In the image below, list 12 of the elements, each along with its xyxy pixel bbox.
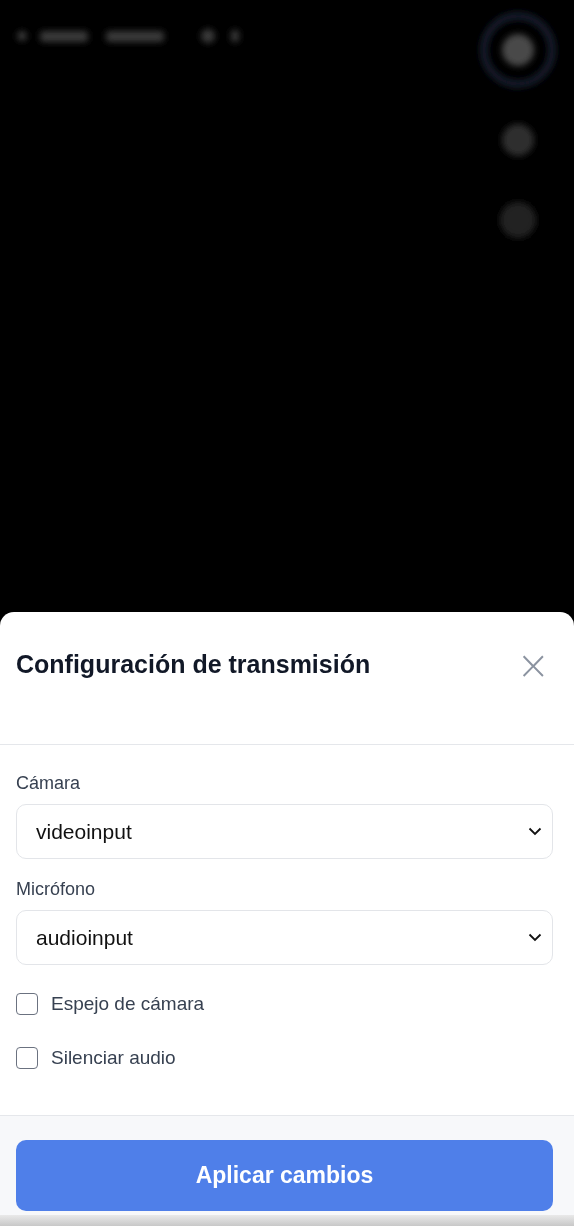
- checkbox[interactable]: [16, 993, 38, 1015]
- dialog-title: Configuración de transmisión: [16, 650, 371, 679]
- checkbox-label: Silenciar audio: [51, 1047, 176, 1069]
- chevron-down-icon: [528, 933, 542, 942]
- dropdown-select[interactable]: audioinput: [16, 910, 553, 965]
- checkbox-label: Espejo de cámara: [51, 993, 205, 1015]
- dropdown-select[interactable]: videoinput: [16, 804, 553, 859]
- field-label: Micrófono: [16, 879, 96, 900]
- field-label: Cámara: [16, 773, 81, 794]
- apply-button[interactable]: Aplicar cambios: [16, 1140, 553, 1211]
- checkbox[interactable]: [16, 1047, 38, 1069]
- chevron-down-icon: [528, 827, 542, 836]
